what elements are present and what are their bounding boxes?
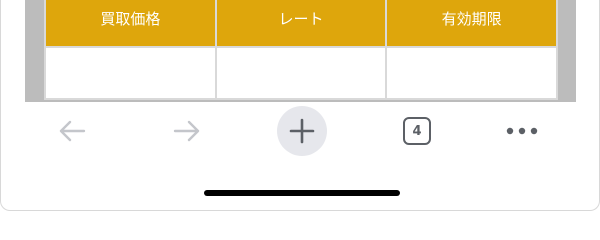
back-button[interactable] <box>47 106 97 156</box>
arrow-left-icon <box>59 120 86 142</box>
price-table-container: 買取価格 レート 有効期限 <box>44 0 558 100</box>
web-page-content: 買取価格 レート 有効期限 <box>25 0 576 102</box>
table-cell-expiry-date <box>385 47 558 100</box>
home-indicator[interactable] <box>204 190 400 196</box>
price-table: 買取価格 レート 有効期限 <box>44 0 558 100</box>
browser-frame: 買取価格 レート 有効期限 4 <box>0 0 600 211</box>
table-row <box>44 47 558 100</box>
more-menu-button[interactable] <box>497 106 547 156</box>
more-dots-icon <box>506 127 538 135</box>
new-tab-button[interactable] <box>277 106 327 156</box>
arrow-right-icon <box>173 120 200 142</box>
forward-button[interactable] <box>162 106 212 156</box>
header-expiry-date: 有効期限 <box>385 0 558 48</box>
table-cell-purchase-price <box>44 47 217 100</box>
tab-switcher-button[interactable]: 4 <box>392 106 442 156</box>
browser-bottom-toolbar: 4 <box>1 102 599 160</box>
header-purchase-price: 買取価格 <box>44 0 217 48</box>
plus-icon <box>289 118 315 144</box>
tab-count-badge: 4 <box>403 117 431 145</box>
header-rate: レート <box>214 0 388 48</box>
table-header-row: 買取価格 レート 有効期限 <box>44 0 558 48</box>
table-cell-rate <box>214 47 388 100</box>
